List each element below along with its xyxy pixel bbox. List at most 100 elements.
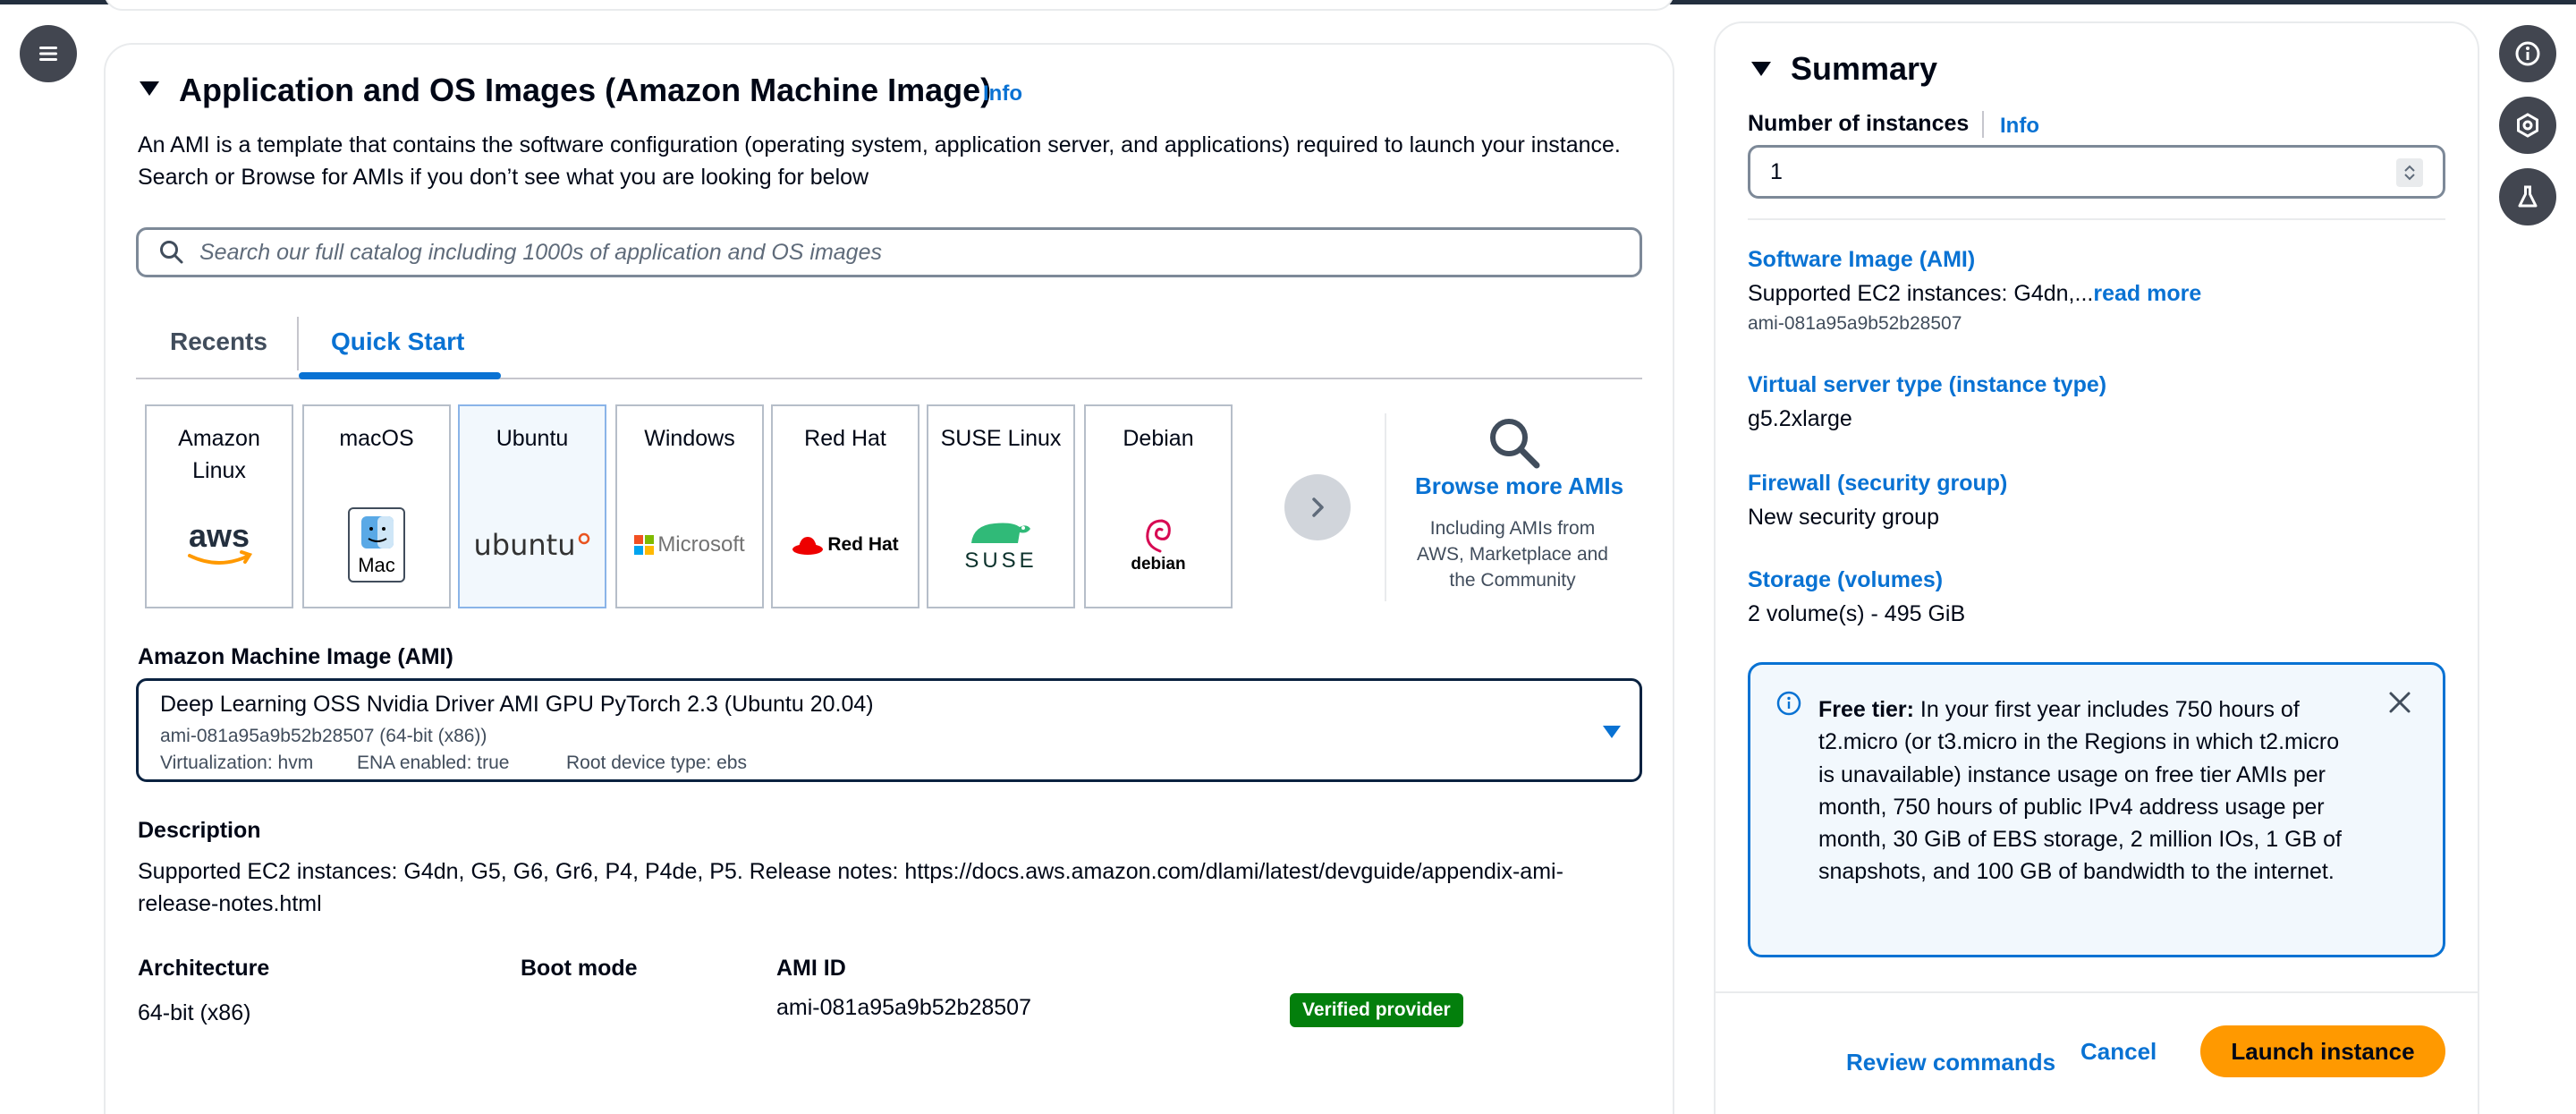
software-image-link[interactable]: Software Image (AMI) — [1748, 247, 1975, 273]
svg-text:aws: aws — [189, 518, 250, 554]
active-tab-indicator — [299, 372, 501, 379]
next-page-button[interactable] — [1284, 474, 1351, 540]
ami-selected-id: ami-081a95a9b52b28507 (64-bit (x86)) — [160, 726, 487, 746]
os-tile-label: Amazon Linux — [178, 426, 260, 483]
info-circle-icon — [1776, 691, 1801, 716]
ami-select-dropdown[interactable]: Deep Learning OSS Nvidia Driver AMI GPU … — [136, 678, 1642, 782]
tab-recents[interactable]: Recents — [170, 327, 267, 356]
settings-panel-button[interactable] — [2499, 97, 2556, 154]
description-label: Description — [138, 818, 261, 843]
microsoft-logo-icon: Microsoft — [617, 505, 762, 585]
verified-provider-badge: Verified provider — [1290, 993, 1463, 1027]
info-panel-button[interactable] — [2499, 25, 2556, 82]
suse-logo-text: SUSE — [964, 548, 1038, 573]
os-tile-label: Red Hat — [804, 426, 886, 451]
ami-field-label: Amazon Machine Image (AMI) — [138, 644, 453, 669]
software-image-text: Supported EC2 instances: G4dn,... — [1748, 281, 2094, 306]
info-icon — [2515, 41, 2540, 66]
mac-finder-logo-icon: Mac — [304, 505, 449, 585]
summary-collapse-toggle[interactable] — [1750, 57, 1773, 85]
description-text: Supported EC2 instances: G4dn, G5, G6, G… — [138, 859, 1563, 916]
microsoft-logo-text: Microsoft — [657, 532, 745, 557]
os-tile-label: SUSE Linux — [940, 426, 1062, 451]
ubuntu-logo-text: ubuntu — [473, 528, 576, 562]
flask-icon — [2518, 185, 2538, 208]
read-more-link[interactable]: read more — [2093, 281, 2201, 306]
caret-down-icon — [1603, 726, 1621, 738]
chevron-down-icon — [2404, 174, 2415, 181]
aws-logo-icon: aws — [147, 505, 292, 585]
close-icon[interactable] — [2387, 690, 2412, 715]
storage-link[interactable]: Storage (volumes) — [1748, 567, 1943, 593]
os-tile-label: Debian — [1123, 426, 1194, 451]
software-image-value: Supported EC2 instances: G4dn,...read mo… — [1748, 281, 2201, 307]
caret-down-icon — [1751, 62, 1771, 76]
instance-type-link[interactable]: Virtual server type (instance type) — [1748, 372, 2106, 398]
os-tile-label: Ubuntu — [496, 426, 569, 451]
collapse-toggle[interactable] — [138, 77, 161, 105]
architecture-label: Architecture — [138, 956, 270, 981]
num-instances-label: Number of instances — [1748, 111, 1970, 136]
os-tile-label: macOS — [339, 426, 414, 451]
launch-instance-button[interactable]: Launch instance — [2200, 1025, 2445, 1077]
free-tier-text: Free tier: In your first year includes 7… — [1818, 693, 2355, 889]
labs-panel-button[interactable] — [2499, 168, 2556, 225]
chevron-up-icon — [2404, 165, 2415, 172]
os-tile-amazon-linux[interactable]: Amazon Linux aws — [145, 404, 293, 608]
num-instances-value: 1 — [1770, 158, 1783, 184]
ami-search-box[interactable] — [136, 227, 1642, 277]
caret-down-icon — [140, 81, 159, 96]
os-tile-red-hat[interactable]: Red Hat Red Hat — [771, 404, 919, 608]
boot-mode-label: Boot mode — [521, 956, 638, 981]
hamburger-icon — [39, 47, 57, 61]
ami-search-input[interactable] — [185, 230, 1640, 275]
browse-more-amis-link[interactable]: Browse more AMIs — [1415, 472, 1623, 500]
section-title: Application and OS Images (Amazon Machin… — [179, 72, 992, 108]
tiles-divider — [1385, 413, 1386, 601]
summary-footer-divider — [1716, 991, 2478, 993]
os-tile-macos[interactable]: macOS Mac — [302, 404, 451, 608]
software-image-id: ami-081a95a9b52b28507 — [1748, 313, 1962, 334]
firewall-link[interactable]: Firewall (security group) — [1748, 471, 2007, 497]
label-divider — [1982, 111, 1984, 138]
tab-divider — [297, 317, 299, 370]
debian-logo-text: debian — [1131, 555, 1186, 574]
ami-id-value: ami-081a95a9b52b28507 — [776, 995, 1031, 1020]
free-tier-body: In your first year includes 750 hours of… — [1818, 697, 2342, 885]
hexagon-settings-icon — [2517, 113, 2538, 138]
chevron-right-icon — [1312, 497, 1324, 517]
os-tile-windows[interactable]: Windows Microsoft — [615, 404, 764, 608]
num-instances-input[interactable]: 1 — [1748, 145, 2445, 199]
search-icon — [160, 241, 183, 264]
browse-more-subtext: Including AMIs from AWS, Marketplace and… — [1417, 518, 1608, 591]
ami-selected-name: Deep Learning OSS Nvidia Driver AMI GPU … — [160, 692, 874, 717]
ami-ena: ENA enabled: true — [357, 753, 510, 773]
firewall-value: New security group — [1748, 505, 1939, 530]
redhat-logo-icon: Red Hat — [773, 505, 918, 585]
free-tier-alert: Free tier: In your first year includes 7… — [1748, 662, 2445, 957]
num-instances-info-link[interactable]: Info — [2000, 114, 2039, 139]
debian-logo-icon: debian — [1086, 505, 1231, 585]
info-link[interactable]: Info — [983, 81, 1022, 106]
menu-button[interactable] — [20, 25, 77, 82]
suse-logo-icon: SUSE — [928, 505, 1073, 585]
summary-title: Summary — [1791, 50, 1938, 87]
os-tile-label: Windows — [644, 426, 735, 451]
redhat-logo-text: Red Hat — [827, 534, 899, 555]
tab-quick-start[interactable]: Quick Start — [331, 327, 464, 356]
ubuntu-logo-icon: ubuntu — [460, 505, 605, 585]
free-tier-heading: Free tier: — [1818, 697, 1914, 722]
os-tile-debian[interactable]: Debian debian — [1084, 404, 1233, 608]
cancel-button[interactable]: Cancel — [2080, 1038, 2157, 1066]
instance-type-value: g5.2xlarge — [1748, 406, 1852, 431]
section-description: An AMI is a template that contains the s… — [138, 132, 1621, 190]
ami-root-device: Root device type: ebs — [566, 753, 747, 773]
os-tile-suse-linux[interactable]: SUSE Linux SUSE — [927, 404, 1075, 608]
number-spinner[interactable] — [2396, 158, 2423, 187]
storage-value: 2 volume(s) - 495 GiB — [1748, 601, 1966, 626]
ami-virtualization: Virtualization: hvm — [160, 753, 314, 773]
browse-search-icon[interactable] — [1487, 415, 1542, 475]
summary-divider — [1748, 218, 2445, 220]
os-tile-ubuntu[interactable]: Ubuntu ubuntu — [458, 404, 606, 608]
review-commands-link[interactable]: Review commands — [1846, 1049, 2055, 1076]
